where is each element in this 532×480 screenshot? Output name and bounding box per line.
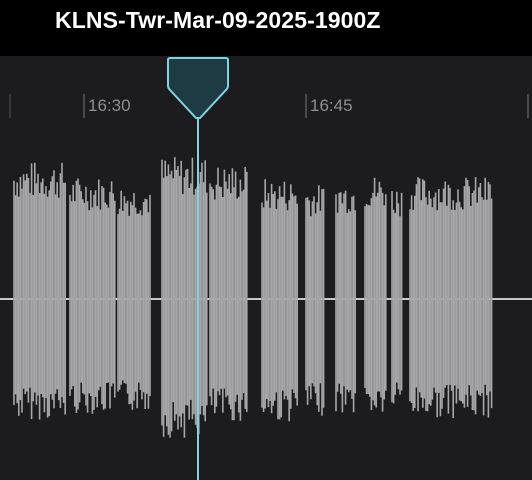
waveform-view[interactable]: 16:30 16:45 — [0, 56, 532, 480]
timeline-label-1645: 16:45 — [310, 96, 353, 115]
title-bar: KLNS-Twr-Mar-09-2025-1900Z — [0, 0, 532, 52]
recording-title: KLNS-Twr-Mar-09-2025-1900Z — [55, 7, 381, 33]
audio-waveform-screen: KLNS-Twr-Mar-09-2025-1900Z 16:30 16:45 — [0, 0, 532, 480]
waveform-bars — [13, 157, 493, 438]
timeline-label-1630: 16:30 — [88, 96, 131, 115]
timeline-ruler: 16:30 16:45 — [9, 94, 529, 118]
playhead-handle[interactable] — [167, 57, 229, 119]
